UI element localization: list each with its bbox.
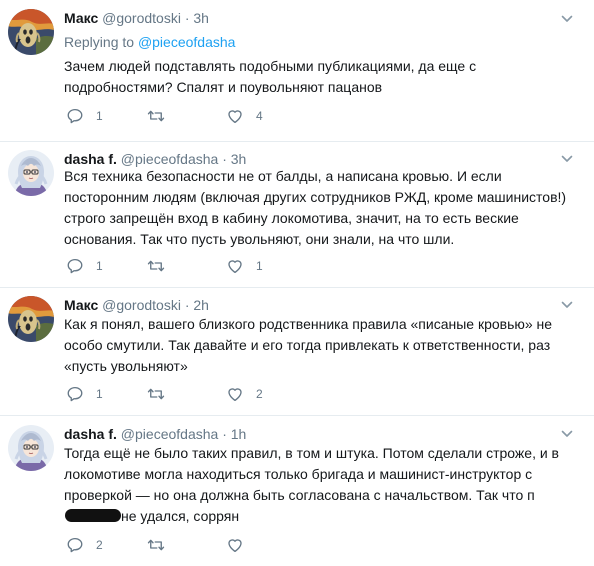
- avatar[interactable]: [8, 296, 54, 342]
- like-count: 4: [256, 109, 263, 123]
- avatar[interactable]: [8, 9, 54, 55]
- tweet-header: Макс @gorodtoski · 2h: [64, 296, 209, 314]
- chevron-down-icon[interactable]: [560, 427, 574, 441]
- separator-dot: ·: [184, 10, 190, 26]
- like-count: 1: [256, 259, 263, 273]
- reply-icon: [66, 385, 84, 403]
- reply-button[interactable]: 1: [66, 384, 103, 404]
- reply-count: 2: [96, 538, 103, 552]
- avatar[interactable]: [8, 425, 54, 471]
- reply-icon: [66, 257, 84, 275]
- user-handle[interactable]: @pieceofdasha: [121, 426, 219, 442]
- tweet-text-tail-end: не удался, соррян: [121, 508, 240, 524]
- tweet-2[interactable]: dasha f. @pieceofdasha · 3h Вся техника …: [0, 142, 594, 288]
- timestamp[interactable]: 1h: [231, 426, 247, 442]
- timestamp[interactable]: 3h: [231, 151, 247, 167]
- retweet-icon: [146, 385, 166, 403]
- heart-icon: [226, 536, 244, 554]
- tweet-text: Тогда ещё не было таких правил, в том и …: [64, 443, 574, 527]
- chevron-down-icon[interactable]: [560, 298, 574, 312]
- user-handle[interactable]: @gorodtoski: [102, 297, 181, 313]
- separator-dot: ·: [222, 426, 227, 442]
- heart-icon: [226, 385, 244, 403]
- separator-dot: ·: [184, 297, 190, 313]
- user-handle[interactable]: @gorodtoski: [102, 10, 181, 26]
- display-name[interactable]: Макс: [64, 10, 98, 26]
- heart-icon: [226, 107, 244, 125]
- replying-to-label: Replying to: [64, 34, 135, 50]
- reply-count: 1: [96, 109, 103, 123]
- tweet-text: Вся техника безопасности не от балды, а …: [64, 168, 567, 247]
- user-handle[interactable]: @pieceofdasha: [121, 151, 219, 167]
- retweet-button[interactable]: [146, 384, 166, 404]
- reply-count: 1: [96, 259, 103, 273]
- timestamp[interactable]: 2h: [193, 297, 209, 313]
- chevron-down-icon[interactable]: [560, 152, 574, 166]
- tweet-header: dasha f. @pieceofdasha · 1h: [64, 425, 246, 443]
- display-name[interactable]: dasha f.: [64, 151, 117, 167]
- like-count: 2: [256, 387, 263, 401]
- retweet-icon: [146, 107, 166, 125]
- like-button[interactable]: [226, 535, 244, 555]
- tweet-1[interactable]: Макс @gorodtoski · 3h Replying to @piece…: [0, 0, 594, 142]
- display-name[interactable]: dasha f.: [64, 426, 117, 442]
- tweet-text-main: Тогда ещё не было таких правил, в том и …: [64, 445, 559, 503]
- reply-icon: [66, 107, 84, 125]
- tweet-header: Макс @gorodtoski · 3h: [64, 9, 209, 27]
- like-button[interactable]: 2: [226, 384, 263, 404]
- tweet-4[interactable]: dasha f. @pieceofdasha · 1h Тогда ещё не…: [0, 416, 594, 566]
- replying-to-handle[interactable]: @pieceofdasha: [138, 34, 236, 50]
- tweet-text-tail-start: п: [527, 487, 535, 503]
- redaction-mark: [65, 509, 121, 522]
- tweet-text: Зачем людей подставлять подобными публик…: [64, 58, 477, 95]
- chevron-down-icon[interactable]: [560, 12, 574, 26]
- tweet-text: Как я понял, вашего близкого родственник…: [64, 316, 553, 374]
- display-name[interactable]: Макс: [64, 297, 98, 313]
- like-button[interactable]: 1: [226, 256, 263, 276]
- retweet-icon: [146, 536, 166, 554]
- retweet-button[interactable]: [146, 535, 166, 555]
- reply-icon: [66, 536, 84, 554]
- timestamp[interactable]: 3h: [193, 10, 209, 26]
- reply-count: 1: [96, 387, 103, 401]
- retweet-button[interactable]: [146, 106, 166, 126]
- replying-to: Replying to @pieceofdasha: [64, 33, 235, 51]
- reply-button[interactable]: 2: [66, 535, 103, 555]
- reply-button[interactable]: 1: [66, 106, 103, 126]
- heart-icon: [226, 257, 244, 275]
- avatar[interactable]: [8, 150, 54, 196]
- retweet-button[interactable]: [146, 256, 166, 276]
- separator-dot: ·: [222, 151, 227, 167]
- like-button[interactable]: 4: [226, 106, 263, 126]
- reply-button[interactable]: 1: [66, 256, 103, 276]
- retweet-icon: [146, 257, 166, 275]
- tweet-3[interactable]: Макс @gorodtoski · 2h Как я понял, вашег…: [0, 288, 594, 416]
